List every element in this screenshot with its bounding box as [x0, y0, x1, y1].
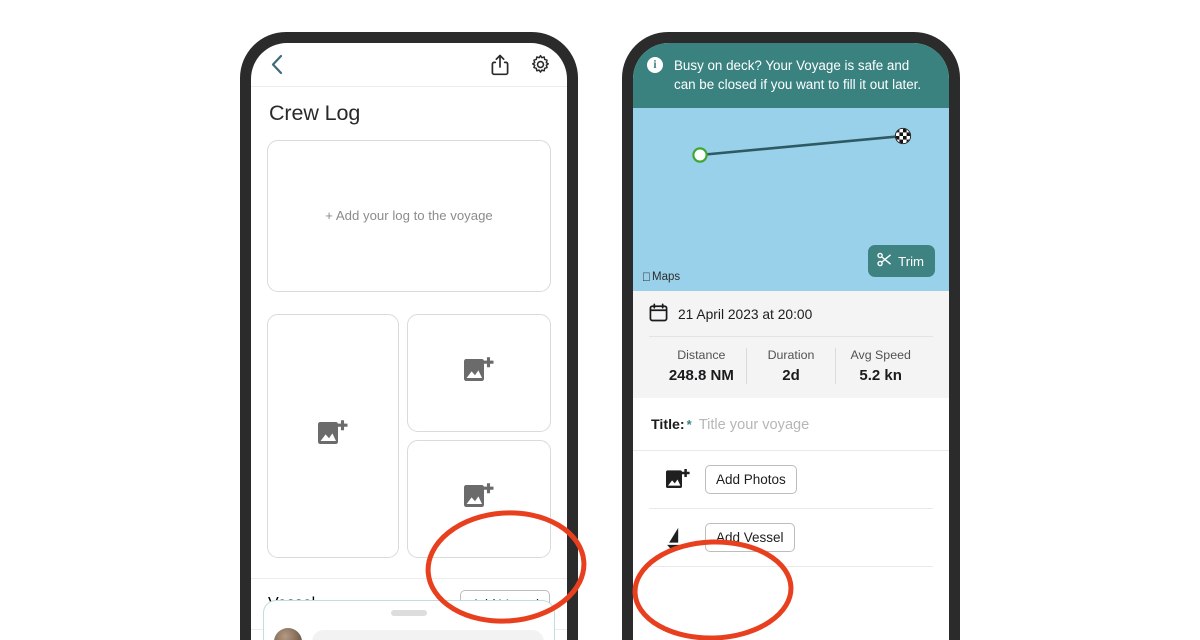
photo-grid-right-column [407, 314, 551, 558]
voyage-stats: Distance 248.8 NM Duration 2d Avg Speed … [649, 336, 933, 399]
add-photos-row: Add Photos [649, 451, 933, 510]
phone-frame-right: i Busy on deck? Your Voyage is safe and … [622, 32, 960, 640]
screenshot-canvas: Crew Log + Add your log to the voyage i … [0, 0, 1200, 640]
stat-value: 248.8 NM [668, 367, 734, 385]
voyage-stats-wrapper: Distance 248.8 NM Duration 2d Avg Speed … [633, 336, 949, 399]
info-banner-text: Busy on deck? Your Voyage is safe and ca… [674, 58, 922, 93]
photo-grid [267, 314, 551, 558]
info-icon: i [647, 57, 663, 73]
photo-cell-primary[interactable] [267, 314, 400, 558]
stat-value: 2d [782, 367, 800, 385]
stat-avg-speed: Avg Speed 5.2 kn [835, 348, 925, 385]
sheet-content-row [264, 616, 554, 640]
calendar-icon [649, 303, 668, 325]
map-attribution:  Maps [642, 271, 680, 283]
add-photos-button[interactable]: Add Photos [705, 465, 797, 495]
share-icon[interactable] [487, 52, 513, 78]
stat-distance: Distance 248.8 NM [657, 348, 746, 384]
stat-label: Duration [767, 348, 815, 363]
stat-label: Distance [677, 348, 726, 363]
voyage-title-row: Title: * [633, 398, 949, 452]
add-vessel-row: Add Vessel [649, 509, 933, 568]
voyage-date-text: 21 April 2023 at 20:00 [678, 306, 813, 322]
voyage-date-row[interactable]: 21 April 2023 at 20:00 [633, 291, 949, 337]
photo-cell-secondary-2[interactable] [407, 440, 551, 558]
trim-button[interactable]: Trim [868, 245, 935, 278]
add-log-placeholder[interactable]: + Add your log to the voyage [267, 140, 551, 292]
stat-value: 5.2 kn [859, 367, 902, 385]
avatar [274, 628, 302, 640]
photo-cell-secondary-1[interactable] [407, 314, 551, 432]
stat-label: Avg Speed [850, 348, 911, 363]
photo-grid-left-column [267, 314, 400, 558]
right-phone-screen: i Busy on deck? Your Voyage is safe and … [633, 43, 949, 640]
left-nav-bar [251, 43, 567, 87]
voyage-title-input[interactable] [698, 417, 933, 434]
route-start-marker [692, 147, 708, 163]
chevron-left-icon[interactable] [265, 54, 287, 76]
scissors-icon [877, 252, 892, 270]
trim-button-label: Trim [898, 253, 924, 269]
sheet-input-pill[interactable] [312, 630, 544, 640]
sailboat-icon [665, 526, 691, 550]
required-marker: * [686, 417, 692, 433]
map-attribution-label: Maps [643, 271, 680, 284]
add-photo-icon [665, 468, 691, 492]
route-finish-marker [895, 128, 911, 144]
add-photo-icon [463, 356, 495, 391]
gear-icon[interactable] [527, 52, 553, 78]
title-field-label: Title: [651, 417, 685, 434]
bottom-sheet-card [263, 600, 555, 640]
add-photo-icon [317, 419, 349, 454]
apple-logo-icon:  [642, 271, 651, 283]
page-title: Crew Log [269, 101, 361, 125]
add-vessel-button[interactable]: Add Vessel [705, 523, 795, 553]
add-photo-icon [463, 482, 495, 517]
info-banner: i Busy on deck? Your Voyage is safe and … [633, 43, 949, 109]
route-map[interactable]:  Maps Trim [633, 108, 949, 292]
phone-frame-left: Crew Log + Add your log to the voyage [240, 32, 578, 640]
stat-duration: Duration 2d [745, 348, 836, 385]
left-phone-screen: Crew Log + Add your log to the voyage [251, 43, 567, 640]
